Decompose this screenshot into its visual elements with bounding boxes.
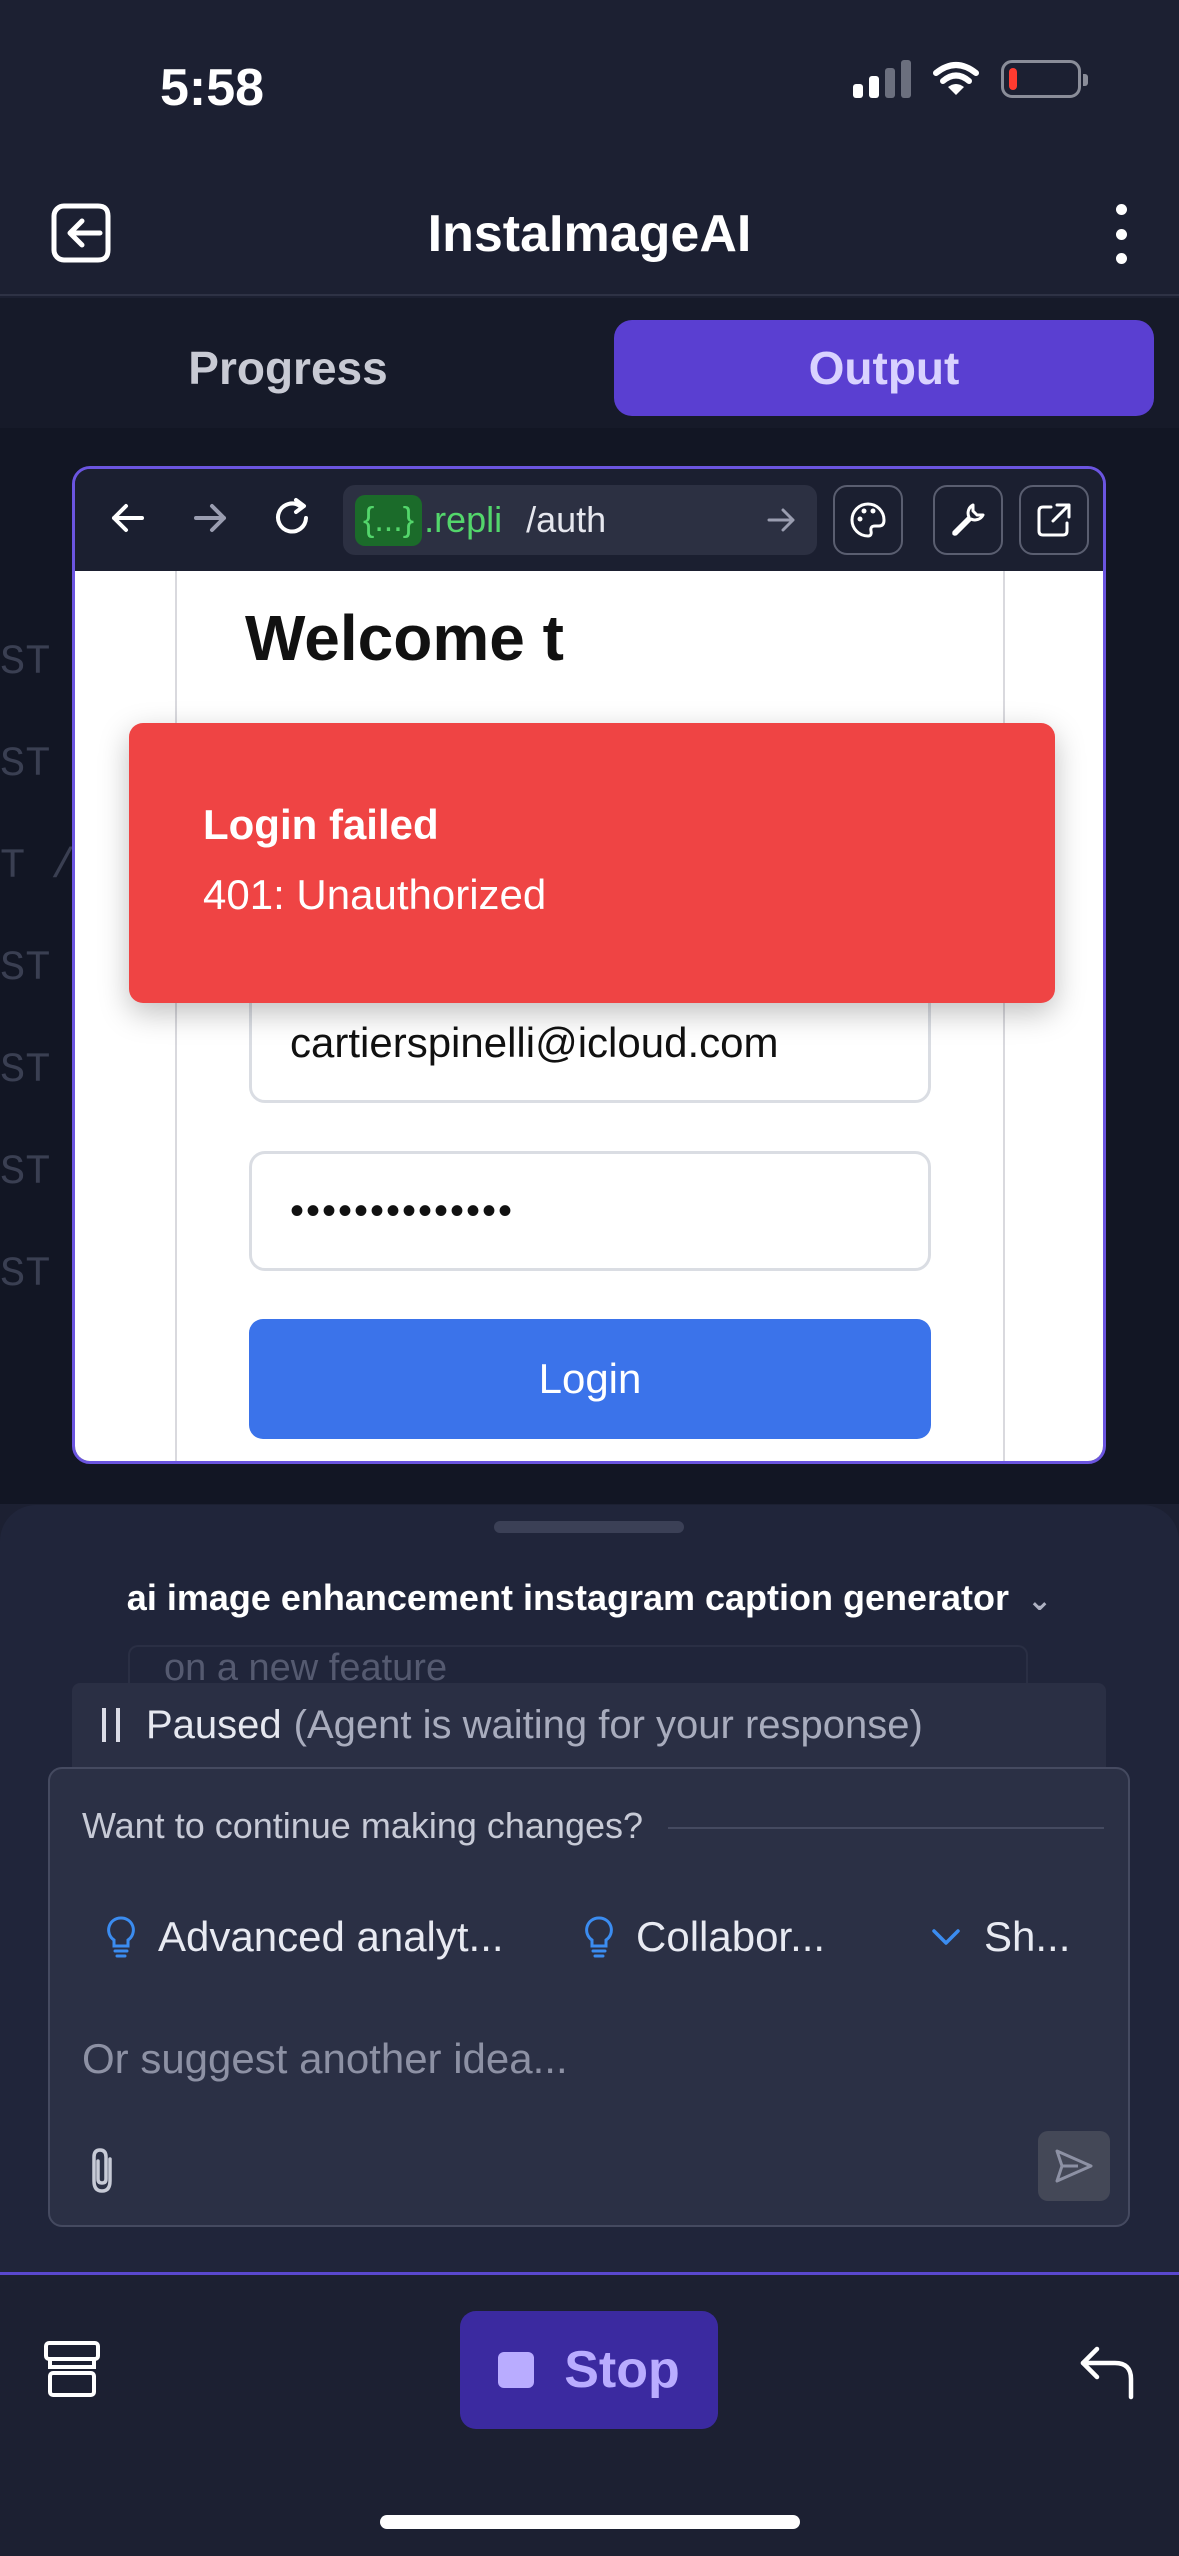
go-arrow-icon[interactable] bbox=[765, 503, 799, 537]
paused-label: Paused bbox=[146, 1702, 282, 1747]
stop-square-icon bbox=[498, 2352, 535, 2388]
welcome-heading: Welcome t bbox=[245, 602, 564, 674]
suggestion-chip-collaboration[interactable]: Collabor... bbox=[584, 1897, 825, 1977]
background-row: ST bbox=[0, 740, 51, 788]
password-field[interactable]: •••••••••••••• bbox=[249, 1151, 931, 1271]
background-row: ST bbox=[0, 944, 51, 992]
app-title: InstaImageAI bbox=[427, 205, 752, 263]
project-name: ai image enhancement instagram caption g… bbox=[126, 1577, 1010, 1618]
background-row: ST bbox=[0, 638, 51, 686]
wrench-icon[interactable] bbox=[933, 485, 1003, 555]
palette-icon[interactable] bbox=[833, 485, 903, 555]
url-host: .repli bbox=[424, 499, 503, 540]
background-row: T / bbox=[0, 842, 76, 890]
background-row: ST bbox=[0, 1046, 51, 1094]
stop-label: Stop bbox=[564, 2341, 680, 2399]
send-icon bbox=[1055, 2149, 1093, 2183]
tab-output[interactable]: Output bbox=[614, 320, 1154, 416]
agent-sheet: ai image enhancement instagram caption g… bbox=[0, 1505, 1179, 2275]
wifi-icon bbox=[933, 62, 979, 95]
chevron-down-icon: ⌄ bbox=[1027, 1584, 1053, 1617]
background-row: ST bbox=[0, 1250, 51, 1298]
paperclip-icon[interactable] bbox=[80, 2145, 124, 2195]
stop-button[interactable]: Stop bbox=[460, 2311, 718, 2429]
tab-bar: Progress Output bbox=[0, 298, 1179, 428]
app-header: InstaImageAI bbox=[0, 180, 1179, 296]
lightbulb-icon bbox=[107, 1916, 135, 1958]
error-toast[interactable]: Login failed 401: Unauthorized bbox=[129, 723, 1055, 1003]
pause-icon bbox=[102, 1708, 120, 1742]
toast-message: 401: Unauthorized bbox=[203, 871, 547, 918]
chevron-down-icon bbox=[932, 1929, 960, 1945]
suggestion-chip-advanced-analytics[interactable]: Advanced analyt... bbox=[106, 1897, 504, 1977]
divider bbox=[668, 1827, 1104, 1829]
battery-icon bbox=[1001, 60, 1088, 98]
background-row: ST bbox=[0, 1148, 51, 1196]
sheet-grabber[interactable] bbox=[494, 1521, 684, 1533]
undo-icon[interactable] bbox=[1077, 2341, 1137, 2401]
cellular-signal-icon bbox=[853, 60, 911, 98]
url-path: /auth bbox=[526, 499, 607, 540]
webview-preview: {...} .repli /auth Welcome t cartierspin… bbox=[72, 466, 1106, 1464]
paused-banner: Paused (Agent is waiting for your respon… bbox=[72, 1683, 1106, 1767]
suggest-idea-input[interactable]: Or suggest another idea... bbox=[82, 2035, 568, 2083]
paused-detail: (Agent is waiting for your response) bbox=[293, 1702, 923, 1747]
url-bar[interactable]: {...} .repli /auth bbox=[343, 485, 817, 555]
continue-question: Want to continue making changes? bbox=[82, 1805, 644, 1846]
chip-label: Sh... bbox=[984, 1913, 1071, 1960]
tab-progress[interactable]: Progress bbox=[38, 320, 538, 416]
toast-title: Login failed bbox=[203, 801, 439, 848]
browser-toolbar: {...} .repli /auth bbox=[75, 469, 1103, 571]
show-more-chips[interactable]: Sh... bbox=[930, 1897, 1070, 1977]
send-button[interactable] bbox=[1038, 2131, 1110, 2201]
chip-label: Advanced analyt... bbox=[158, 1913, 504, 1960]
status-time: 5:58 bbox=[160, 59, 265, 117]
stack-icon[interactable] bbox=[40, 2337, 104, 2401]
composer: Want to continue making changes? Advance… bbox=[48, 1767, 1130, 2227]
lightbulb-icon bbox=[585, 1916, 613, 1958]
external-link-icon[interactable] bbox=[1019, 485, 1089, 555]
bottom-toolbar: Stop bbox=[0, 2272, 1179, 2556]
home-indicator bbox=[380, 2515, 800, 2529]
forward-arrow-icon[interactable] bbox=[179, 487, 241, 549]
chip-label: Collabor... bbox=[636, 1913, 826, 1960]
replit-badge: {...} bbox=[355, 494, 423, 546]
auth-page: Welcome t cartierspinelli@icloud.com •••… bbox=[75, 571, 1103, 1461]
more-vertical-icon[interactable] bbox=[1111, 204, 1131, 264]
refresh-icon[interactable] bbox=[261, 487, 323, 549]
status-icons bbox=[853, 60, 1088, 98]
back-arrow-icon[interactable] bbox=[97, 487, 159, 549]
login-button[interactable]: Login bbox=[249, 1319, 931, 1439]
project-selector[interactable]: ai image enhancement instagram caption g… bbox=[0, 1577, 1179, 1619]
